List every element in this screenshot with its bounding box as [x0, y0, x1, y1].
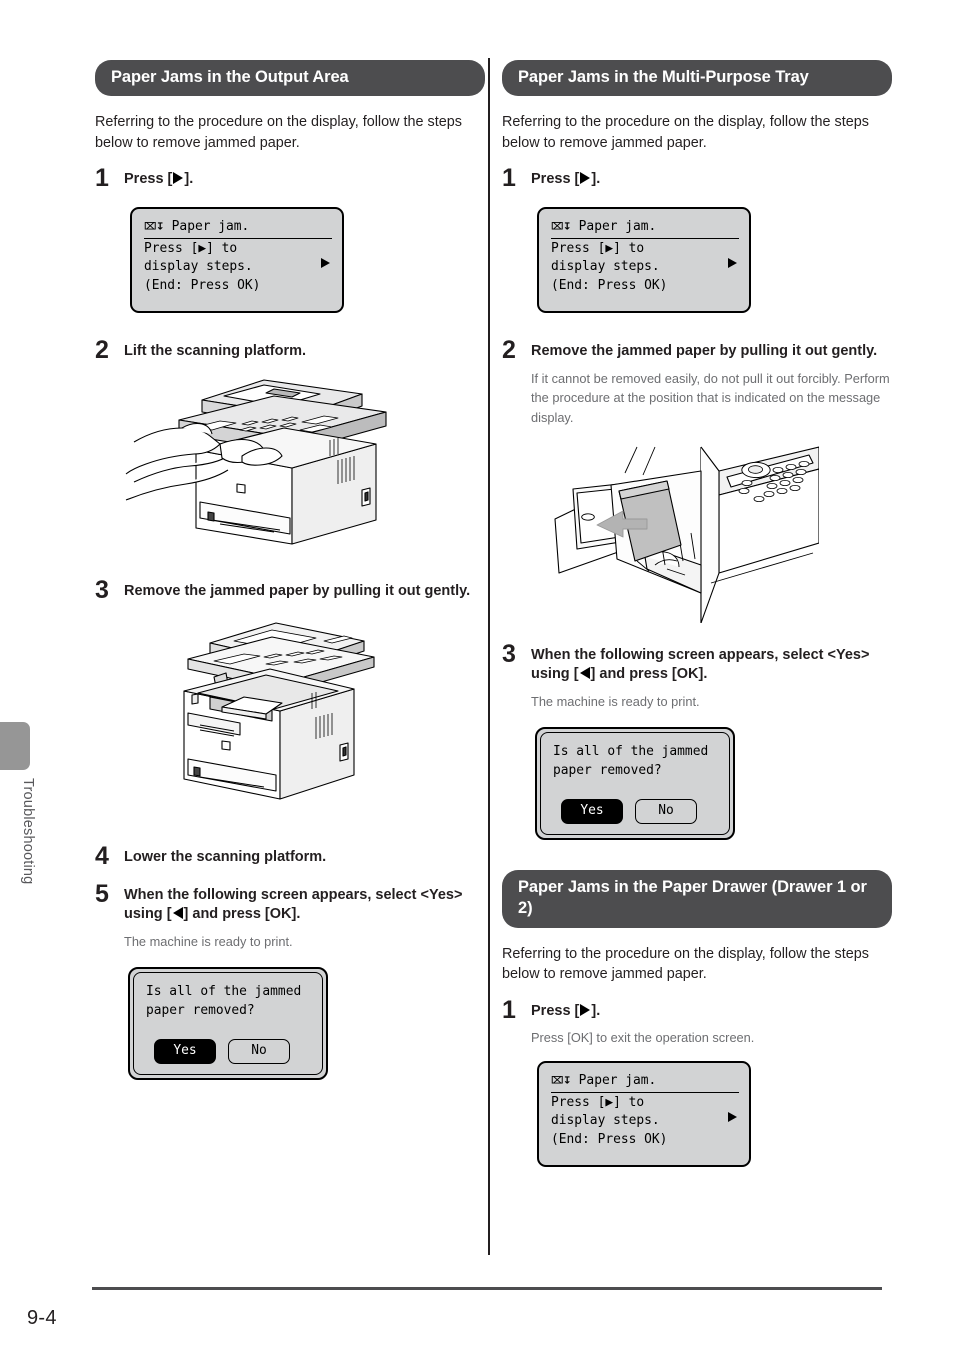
- step-number: 3: [95, 575, 109, 604]
- dialog-no-button[interactable]: No: [228, 1038, 290, 1065]
- page-number: 9-4: [27, 1307, 57, 1329]
- step-number: 4: [95, 842, 109, 871]
- step-1-output-area: 1 Press []. ⌧↧ Paper jam. Press [▶] to d…: [95, 164, 485, 314]
- step-title: When the following screen appears, selec…: [124, 886, 485, 925]
- lcd-title-text: Paper jam.: [171, 219, 250, 235]
- lcd-line-2: display steps.: [144, 259, 253, 275]
- figure-mp-tray-pull-paper: [551, 433, 892, 623]
- lcd-confirm-dialog: Is all of the jammed paper removed? Yes …: [128, 967, 328, 1081]
- step-note: If it cannot be removed easily, do not p…: [531, 370, 890, 425]
- step-number: 5: [95, 879, 109, 908]
- step-2-output-area: 2 Lift the scanning platform.: [95, 336, 485, 557]
- figure-printer-lift-platform: [124, 372, 485, 557]
- step-number: 1: [502, 164, 516, 193]
- lcd-next-arrow-icon: [728, 1112, 737, 1123]
- lcd-line-1: Press [▶] to: [551, 240, 645, 256]
- lcd-line-3: (End: Press OK): [551, 277, 668, 293]
- step-3-output-area: 3 Remove the jammed paper by pulling it …: [95, 575, 485, 825]
- lcd-paper-jam-message: ⌧↧ Paper jam. Press [▶] to display steps…: [537, 1061, 751, 1168]
- column-divider: [488, 58, 490, 1255]
- right-column: Paper Jams in the Multi-Purpose Tray Ref…: [502, 60, 892, 1168]
- section-intro-output-area: Referring to the procedure on the displa…: [95, 114, 462, 151]
- dialog-line-2: paper removed?: [553, 762, 662, 778]
- paper-jam-icon: ⌧↧: [551, 221, 572, 233]
- step-title-text-before: Press [: [531, 1002, 580, 1019]
- step-number: 1: [95, 164, 109, 193]
- dialog-line-1: Is all of the jammed: [146, 984, 302, 1000]
- section-header-multi-purpose-tray: Paper Jams in the Multi-Purpose Tray: [502, 60, 892, 97]
- step-title-text-after: ] and press [OK].: [183, 906, 301, 923]
- step-title-text-after: ].: [184, 171, 194, 188]
- figure-printer-platform-open: [148, 617, 485, 825]
- lcd-next-arrow-icon: [321, 258, 330, 269]
- step-title: Remove the jammed paper by pulling it ou…: [124, 582, 471, 599]
- step-title-text-before: Press [: [531, 171, 580, 188]
- lcd-title-line: ⌧↧ Paper jam.: [551, 1072, 739, 1093]
- chapter-tab-label: Troubleshooting: [20, 778, 36, 885]
- lcd-paper-jam-message: ⌧↧ Paper jam. Press [▶] to display steps…: [537, 207, 751, 314]
- lcd-title-text: Paper jam.: [578, 219, 657, 235]
- section-header-output-area: Paper Jams in the Output Area: [95, 60, 485, 97]
- step-title-text-before: Press [: [124, 171, 173, 188]
- step-number: 3: [502, 639, 516, 668]
- dialog-line-1: Is all of the jammed: [553, 744, 709, 760]
- step-note: Press [OK] to exit the operation screen.: [531, 1029, 755, 1045]
- step-number: 1: [502, 995, 516, 1024]
- section-intro-paper-drawer: Referring to the procedure on the displa…: [502, 945, 869, 983]
- lcd-confirm-dialog: Is all of the jammed paper removed? Yes …: [535, 727, 735, 841]
- step-title: Press [].: [124, 170, 485, 189]
- lcd-next-arrow-icon: [728, 258, 737, 269]
- lcd-title-line: ⌧↧ Paper jam.: [551, 218, 739, 239]
- chapter-tab-marker: [0, 722, 30, 770]
- step-title-text-after: ] and press [OK].: [590, 666, 708, 683]
- step-title: Remove the jammed paper by pulling it ou…: [531, 343, 878, 360]
- step-title: Lift the scanning platform.: [124, 343, 307, 360]
- lcd-line-3: (End: Press OK): [551, 1131, 668, 1147]
- arrow-right-icon: [580, 172, 591, 185]
- arrow-left-icon: [579, 667, 590, 680]
- step-title-text-after: ].: [591, 171, 601, 188]
- step-title: When the following screen appears, selec…: [531, 646, 892, 685]
- step-note: The machine is ready to print.: [531, 693, 700, 709]
- lcd-paper-jam-message: ⌧↧ Paper jam. Press [▶] to display steps…: [130, 207, 344, 314]
- step-1-mp-tray: 1 Press []. ⌧↧ Paper jam. Press [▶] to d…: [502, 164, 892, 314]
- lcd-line-3: (End: Press OK): [144, 277, 261, 293]
- dialog-no-button[interactable]: No: [635, 798, 697, 825]
- step-3-mp-tray: 3 When the following screen appears, sel…: [502, 639, 892, 841]
- arrow-right-icon: [580, 1003, 591, 1016]
- step-4-output-area: 4 Lower the scanning platform.: [95, 842, 485, 871]
- step-5-output-area: 5 When the following screen appears, sel…: [95, 879, 485, 1081]
- section-header-paper-drawer: Paper Jams in the Paper Drawer (Drawer 1…: [502, 870, 892, 928]
- dialog-yes-button[interactable]: Yes: [561, 798, 623, 825]
- dialog-yes-button[interactable]: Yes: [154, 1038, 216, 1065]
- arrow-left-icon: [172, 907, 183, 920]
- step-number: 2: [95, 336, 109, 365]
- lcd-line-1: Press [▶] to: [144, 240, 238, 256]
- paper-jam-icon: ⌧↧: [144, 221, 165, 233]
- lcd-line-1: Press [▶] to: [551, 1094, 645, 1110]
- step-title: Press [].: [531, 170, 892, 189]
- left-column: Paper Jams in the Output Area Referring …: [95, 60, 485, 1081]
- step-title-text-after: ].: [591, 1002, 601, 1019]
- paper-jam-icon: ⌧↧: [551, 1075, 572, 1087]
- step-note: The machine is ready to print.: [124, 933, 293, 949]
- lcd-title-line: ⌧↧ Paper jam.: [144, 218, 332, 239]
- step-number: 2: [502, 336, 516, 365]
- step-title: Press [].: [531, 1002, 892, 1021]
- arrow-right-icon: [173, 172, 184, 185]
- lcd-title-text: Paper jam.: [578, 1073, 657, 1089]
- lcd-line-2: display steps.: [551, 259, 660, 275]
- section-intro-multi-purpose-tray: Referring to the procedure on the displa…: [502, 114, 869, 151]
- lcd-line-2: display steps.: [551, 1113, 660, 1129]
- dialog-line-2: paper removed?: [146, 1002, 255, 1018]
- step-2-mp-tray: 2 Remove the jammed paper by pulling it …: [502, 336, 892, 623]
- step-1-paper-drawer: 1 Press []. Press [OK] to exit the opera…: [502, 995, 892, 1168]
- step-title: Lower the scanning platform.: [124, 849, 327, 866]
- footer-rule: [92, 1287, 882, 1290]
